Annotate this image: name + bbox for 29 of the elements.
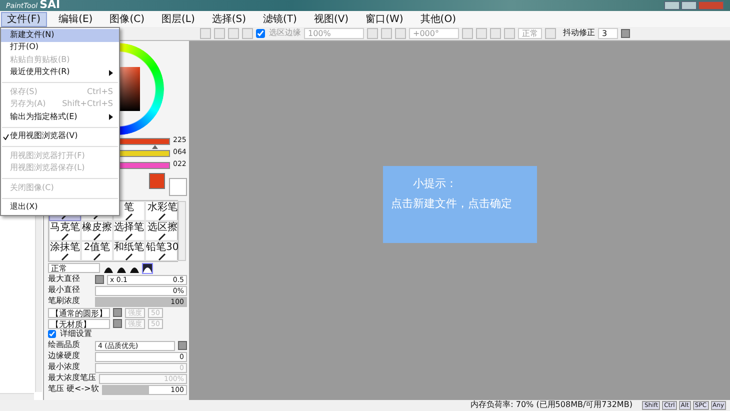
setting-label: 边缘硬度 bbox=[48, 352, 81, 361]
checkbox-label: 选区边缘 bbox=[269, 29, 301, 38]
menu-item-label: 用视图浏览器打开(F) bbox=[10, 152, 85, 161]
setting-label: 绘画品质 bbox=[48, 341, 81, 350]
menu-item-label: 打开(O) bbox=[10, 43, 39, 52]
shortcut-text: Ctrl+S bbox=[86, 88, 113, 97]
setting-label: 最小直径 bbox=[48, 286, 81, 295]
tip-text: 点击新建文件，点击确定 bbox=[391, 198, 513, 210]
setting-label: 笔压 硬<->软 bbox=[48, 385, 99, 394]
checkbox-label: 详细设置 bbox=[60, 330, 92, 339]
menu-item-label: 最近使用文件(R) bbox=[10, 68, 70, 78]
logo-title: SAI bbox=[40, 0, 60, 10]
setting-label: 笔刷浓度 bbox=[48, 297, 81, 306]
setting-label: 最大直径 bbox=[48, 275, 81, 284]
menu-item-label: 保存(S) bbox=[10, 88, 38, 97]
menu-item-label: 新建文件(N) bbox=[10, 30, 54, 40]
tip-title: 小提示： bbox=[412, 178, 458, 190]
menu-item-label: 另存为(A) bbox=[10, 100, 46, 110]
setting-label: 最小浓度 bbox=[48, 363, 81, 372]
menu-item-label: 退出(X) bbox=[10, 203, 38, 212]
menu-item-label: 使用视图浏览器(V) bbox=[10, 132, 78, 142]
menu-item-label: 关闭图像(C) bbox=[10, 184, 54, 193]
stabilizer-label: 抖动修正 bbox=[563, 29, 595, 38]
setting-label: 最大浓度笔压 bbox=[48, 374, 96, 383]
menu-item-label: 输出为指定格式(E) bbox=[10, 112, 78, 122]
menu-item-label: 粘贴自剪贴板(B) bbox=[10, 56, 70, 65]
shortcut-text: Shift+Ctrl+S bbox=[61, 100, 113, 110]
menu-item-label: 用视图浏览器保存(L) bbox=[10, 164, 85, 174]
memory-status: 内存负荷率: 70% (已用508MB/可用732MB) bbox=[470, 401, 632, 410]
